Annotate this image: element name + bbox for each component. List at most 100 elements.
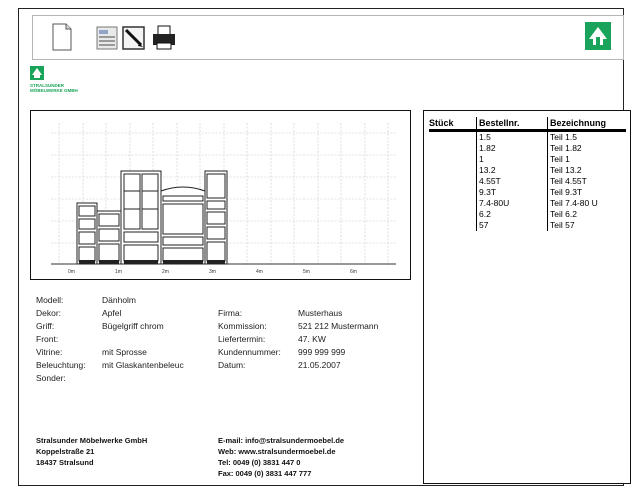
detail-label: Griff: <box>36 321 55 331</box>
stueck-cell <box>429 154 477 165</box>
toolbar <box>32 15 624 60</box>
new-document-icon <box>52 23 72 51</box>
company-street: Koppelstraße 21 <box>36 447 95 456</box>
detail-label: Modell: <box>36 295 64 305</box>
table-row: 1.82 Teil 1.82 <box>429 143 626 154</box>
parts-list-panel: Stück Bestellnr. Bezeichnung 1.5 Teil 1.5… <box>423 110 631 484</box>
table-row: 57 Teil 57 <box>429 220 626 231</box>
detail-label: Beleuchtung: <box>36 360 86 370</box>
detail-label: Firma: <box>218 308 243 318</box>
detail-value: 21.05.2007 <box>298 360 341 370</box>
furniture-plan: 0m 1m 2m 3m 4m 5m 6m <box>30 110 411 280</box>
brand-name-line2: MÖBELWERKE GMBH <box>30 88 78 93</box>
table-row: 13.2 Teil 13.2 <box>429 165 626 176</box>
column-header-stueck: Stück <box>429 117 477 132</box>
parts-list-icon <box>96 26 118 50</box>
stueck-cell <box>429 209 477 220</box>
bezeichnung-cell: Teil 4.55T <box>547 176 626 187</box>
bestellnr-cell: 1.82 <box>476 143 548 154</box>
bestellnr-cell: 1 <box>476 154 548 165</box>
detail-value: Musterhaus <box>298 308 343 318</box>
bezeichnung-cell: Teil 9.3T <box>547 187 626 198</box>
company-name: Stralsunder Möbelwerke GmbH <box>36 436 148 445</box>
printer-icon <box>153 25 175 50</box>
detail-row-kommission: Kommission: 521 212 Mustermann <box>218 320 378 333</box>
axis-tick: 0m <box>68 269 75 275</box>
detail-label: Vitrine: <box>36 347 63 357</box>
bezeichnung-cell: Teil 1.5 <box>547 130 626 143</box>
stueck-cell <box>429 220 477 231</box>
table-row: 9.3T Teil 9.3T <box>429 187 626 198</box>
bestellnr-cell: 9.3T <box>476 187 548 198</box>
bezeichnung-cell: Teil 7.4-80 U <box>547 198 626 209</box>
detail-label: Kommission: <box>218 321 267 331</box>
company-contact: E-mail: info@stralsundermoebel.de Web: w… <box>218 435 344 479</box>
detail-row-vitrine: Vitrine: mit Sprosse <box>36 346 184 359</box>
detail-value: 521 212 Mustermann <box>298 321 379 331</box>
detail-value: Bügelgriff chrom <box>102 321 164 331</box>
detail-value: mit Glaskantenbeleuc <box>102 360 184 370</box>
detail-label: Liefertermin: <box>218 334 266 344</box>
stueck-cell <box>429 143 477 154</box>
detail-value: Apfel <box>102 308 122 318</box>
detail-row-firma: Firma: Musterhaus <box>218 307 378 320</box>
detail-row-sonder: Sonder: <box>36 372 184 385</box>
new-document-button[interactable] <box>49 21 75 53</box>
edit-pen-button[interactable] <box>121 21 147 53</box>
stueck-cell <box>429 187 477 198</box>
stueck-cell <box>429 198 477 209</box>
stralsunder-emblem-icon <box>30 66 44 80</box>
detail-row-kundennummer: Kundennummer: 999 999 999 <box>218 346 378 359</box>
detail-row-liefertermin: Liefertermin: 47. KW <box>218 333 378 346</box>
bezeichnung-cell: Teil 1 <box>547 154 626 165</box>
company-web: Web: www.stralsundermoebel.de <box>218 447 336 456</box>
axis-tick: 4m <box>256 269 263 275</box>
stralsunder-logo-icon <box>589 27 607 45</box>
table-row: 6.2 Teil 6.2 <box>429 209 626 220</box>
stueck-cell <box>429 165 477 176</box>
company-fax: Fax: 0049 (0) 3831 447 777 <box>218 469 312 478</box>
detail-row-dekor: Dekor: Apfel <box>36 307 184 320</box>
bestellnr-cell: 7.4-80U <box>476 198 548 209</box>
detail-row-griff: Griff: Bügelgriff chrom <box>36 320 184 333</box>
company-address: Stralsunder Möbelwerke GmbH Koppelstraße… <box>36 435 147 468</box>
bestellnr-cell: 13.2 <box>476 165 548 176</box>
detail-value: mit Sprosse <box>102 347 147 357</box>
detail-label: Dekor: <box>36 308 62 318</box>
bestellnr-cell: 4.55T <box>476 176 548 187</box>
stueck-cell <box>429 131 477 144</box>
detail-value: Dänholm <box>102 295 137 305</box>
product-details: Modell: Dänholm Dekor: Apfel Griff: Bügelgr… <box>36 294 184 385</box>
print-button[interactable] <box>151 21 177 53</box>
bezeichnung-cell: Teil 13.2 <box>547 165 626 176</box>
bestellnr-cell: 1.5 <box>476 130 548 143</box>
column-header-bezeichnung: Bezeichnung <box>547 117 626 132</box>
detail-label: Front: <box>36 334 59 344</box>
bestellnr-cell: 6.2 <box>476 209 548 220</box>
column-header-bestellnr: Bestellnr. <box>476 117 548 132</box>
stueck-cell <box>429 176 477 187</box>
stralsunder-logo-button[interactable] <box>585 22 611 50</box>
detail-label: Datum: <box>218 360 246 370</box>
detail-row-modell: Modell: Dänholm <box>36 294 184 307</box>
axis-tick: 3m <box>209 269 216 275</box>
bezeichnung-cell: Teil 57 <box>547 220 626 231</box>
order-details: Firma: Musterhaus Kommission: 521 212 Must… <box>218 307 378 372</box>
parts-list-button[interactable] <box>95 21 121 53</box>
detail-label: Kundennummer: <box>218 347 281 357</box>
company-email: E-mail: info@stralsundermoebel.de <box>218 436 345 445</box>
company-tel: Tel: 0049 (0) 3831 447 0 <box>218 458 301 467</box>
brand-logo: STRALSUNDER MÖBELWERKE GMBH <box>30 66 120 106</box>
table-row: 7.4-80U Teil 7.4-80 U <box>429 198 626 209</box>
bestellnr-cell: 57 <box>476 220 548 231</box>
furniture-drawing: 0m 1m 2m 3m 4m 5m 6m <box>51 123 396 275</box>
edit-pen-icon <box>122 26 145 50</box>
axis-tick: 1m <box>115 269 122 275</box>
table-row: 4.55T Teil 4.55T <box>429 176 626 187</box>
bezeichnung-cell: Teil 1.82 <box>547 143 626 154</box>
detail-row-beleuchtung: Beleuchtung: mit Glaskantenbeleuc <box>36 359 184 372</box>
detail-row-front: Front: <box>36 333 184 346</box>
company-city: 18437 Stralsund <box>36 458 94 467</box>
axis-tick: 5m <box>303 269 310 275</box>
table-row: 1 Teil 1 <box>429 154 626 165</box>
